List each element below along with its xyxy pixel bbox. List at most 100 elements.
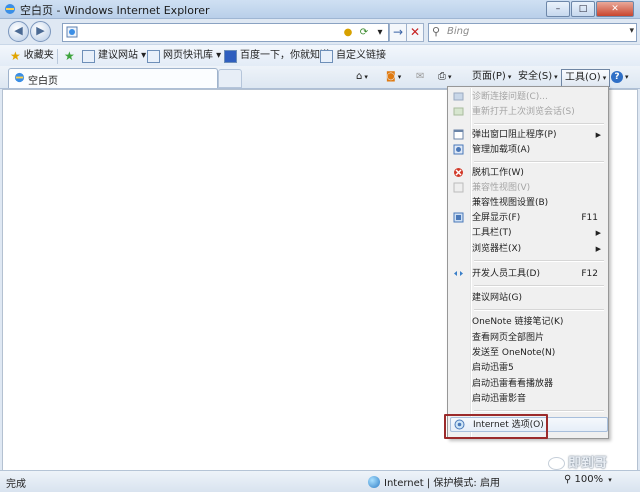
menu-item-manage-addons[interactable]: 管理加载项(A) (450, 143, 606, 157)
web-slice-gallery-link[interactable]: 网页快讯库 ▾ (147, 49, 221, 63)
suggested-sites-icon (82, 49, 95, 63)
favorites-bar: ★ 收藏夹 ★ 建议网站 ▾ 网页快讯库 ▾ 百度一下，你就知道 自定义链接 (0, 44, 640, 67)
menu-item-work-offline[interactable]: 脱机工作(W) (450, 166, 606, 180)
tab-blank-page[interactable]: 空白页 (8, 68, 218, 88)
menu-item-label: OneNote 链接笔记(K) (472, 317, 564, 327)
stop-button[interactable]: ✕ (406, 23, 424, 42)
menu-item-label: 启动迅雷影音 (472, 394, 527, 404)
page-menu-label: 页面(P) (472, 71, 506, 82)
menu-item-compat-view[interactable]: 兼容性视图(V) (450, 181, 606, 195)
window-title: 空白页 - Windows Internet Explorer (20, 4, 210, 17)
devtools-icon (454, 271, 463, 276)
custom-links-link[interactable]: 自定义链接 (320, 49, 386, 63)
search-input[interactable]: ⚲ Bing ▾ (428, 23, 637, 42)
offline-icon (454, 168, 463, 177)
address-toolbar: ◀ ▶ ● ⟳ ▾ → ✕ ⚲ Bing ▾ (0, 18, 640, 44)
page-icon (14, 72, 25, 83)
menu-item-thunder-player[interactable]: 启动迅雷看看播放器 (450, 377, 606, 391)
back-button[interactable]: ◀ (8, 21, 29, 42)
highlight-annotation-box (444, 414, 548, 439)
menu-item-diagnose[interactable]: 诊断连接问题(C)... (450, 90, 606, 104)
tab-label: 空白页 (28, 76, 58, 87)
menu-item-label: 工具栏(T) (472, 228, 512, 238)
menu-item-full-screen[interactable]: 全屏显示(F) F11 (450, 211, 606, 225)
safety-menu-button[interactable]: 安全(S) ▾ (518, 69, 558, 85)
page-menu-button[interactable]: 页面(P) ▾ (472, 69, 511, 85)
menu-separator (474, 309, 604, 311)
new-tab-button[interactable] (218, 69, 242, 88)
read-mail-button[interactable]: ✉ (416, 69, 424, 85)
addons-icon (453, 144, 464, 155)
menu-item-label: 全屏显示(F) (472, 213, 521, 223)
home-button[interactable]: ⌂ ▾ (356, 69, 368, 85)
maximize-button[interactable]: □ (571, 1, 595, 17)
printer-icon: ⎙ (438, 71, 446, 82)
menu-item-label: 弹出窗口阻止程序(P) (472, 130, 557, 140)
submenu-arrow-icon: ▶ (595, 131, 601, 139)
compat-icon (453, 182, 464, 193)
menu-item-label: 开发人员工具(D) (472, 269, 540, 279)
menu-item-label: 重新打开上次浏览会话(S) (472, 107, 575, 117)
menu-item-view-all-images[interactable]: 查看网页全部图片 (450, 331, 606, 345)
popup-icon (453, 129, 464, 140)
menu-separator (474, 410, 604, 412)
favorites-button[interactable]: ★ 收藏夹 (10, 49, 54, 63)
search-dropdown-icon[interactable]: ▾ (629, 26, 634, 36)
menu-item-developer-tools[interactable]: 开发人员工具(D) F12 (450, 267, 606, 281)
help-button[interactable]: ? ▾ (611, 69, 629, 85)
menu-item-thunder-media[interactable]: 启动迅雷影音 (450, 392, 606, 406)
address-bar[interactable]: ● ⟳ ▾ (62, 23, 389, 42)
mail-icon: ✉ (416, 71, 425, 82)
menu-item-reopen-session[interactable]: 重新打开上次浏览会话(S) (450, 105, 606, 119)
go-button[interactable]: → (389, 23, 407, 42)
zoom-control[interactable]: ⚲ 100% ▾ (564, 474, 612, 485)
tools-menu: 诊断连接问题(C)... 重新打开上次浏览会话(S) 弹出窗口阻止程序(P) ▶… (447, 86, 609, 439)
menu-item-onenote-linked[interactable]: OneNote 链接笔记(K) (450, 315, 606, 329)
compat-view-icon[interactable]: ● (340, 24, 356, 41)
minimize-button[interactable]: – (546, 1, 570, 17)
menu-item-label: 发送至 OneNote(N) (472, 348, 556, 358)
globe-icon (368, 475, 380, 488)
web-slice-icon (147, 49, 160, 63)
forward-button[interactable]: ▶ (30, 21, 51, 42)
feeds-button[interactable]: ◙ ▾ (386, 69, 401, 85)
add-favorite-button[interactable]: ★ (64, 49, 78, 63)
add-favorite-icon: ★ (64, 49, 75, 63)
menu-item-compat-settings[interactable]: 兼容性视图设置(B) (450, 196, 606, 210)
back-arrow-icon: ◀ (14, 24, 23, 37)
chat-bubble-icon (548, 457, 565, 470)
watermark-text: 即到哥 (568, 456, 608, 471)
menu-item-label: 兼容性视图(V) (472, 183, 531, 193)
close-button[interactable]: ✕ (596, 1, 634, 17)
menu-item-send-to-onenote[interactable]: 发送至 OneNote(N) (450, 346, 606, 360)
menu-item-label: 浏览器栏(X) (472, 244, 522, 254)
menu-item-suggested-sites[interactable]: 建议网站(G) (450, 291, 606, 305)
menu-item-explorer-bars[interactable]: 浏览器栏(X) ▶ (450, 242, 606, 256)
fullscreen-icon (453, 212, 464, 223)
refresh-icon[interactable]: ⟳ (356, 24, 372, 41)
menu-separator (474, 161, 604, 163)
submenu-arrow-icon: ▶ (595, 229, 601, 237)
address-dropdown-icon[interactable]: ▾ (372, 24, 388, 41)
rss-icon: ◙ (386, 71, 396, 82)
menu-separator (474, 285, 604, 287)
menu-item-label: 管理加载项(A) (472, 145, 531, 155)
baidu-link[interactable]: 百度一下，你就知道 (224, 49, 330, 63)
zoom-level: 100% (574, 474, 604, 485)
menu-item-toolbars[interactable]: 工具栏(T) ▶ (450, 226, 606, 240)
menu-item-label: 诊断连接问题(C)... (472, 92, 548, 102)
menu-item-thunder5[interactable]: 启动迅雷5 (450, 361, 606, 375)
favorites-label: 收藏夹 (23, 50, 54, 61)
zone-label: Internet | 保护模式: 启用 (384, 478, 500, 489)
menu-item-label: 兼容性视图设置(B) (472, 198, 549, 208)
menu-separator (474, 260, 604, 262)
print-button[interactable]: ⎙ ▾ (438, 69, 452, 85)
security-zone[interactable]: Internet | 保护模式: 启用 (368, 474, 500, 489)
tools-menu-label: 工具(O) (565, 72, 601, 83)
suggested-sites-link[interactable]: 建议网站 ▾ (82, 49, 146, 63)
status-text: 完成 (6, 479, 26, 490)
menu-item-shortcut: F11 (581, 213, 598, 223)
tools-menu-button[interactable]: 工具(O) ▾ (561, 69, 611, 87)
menu-item-popup-blocker[interactable]: 弹出窗口阻止程序(P) ▶ (450, 128, 606, 142)
menu-item-label: 脱机工作(W) (472, 168, 524, 178)
